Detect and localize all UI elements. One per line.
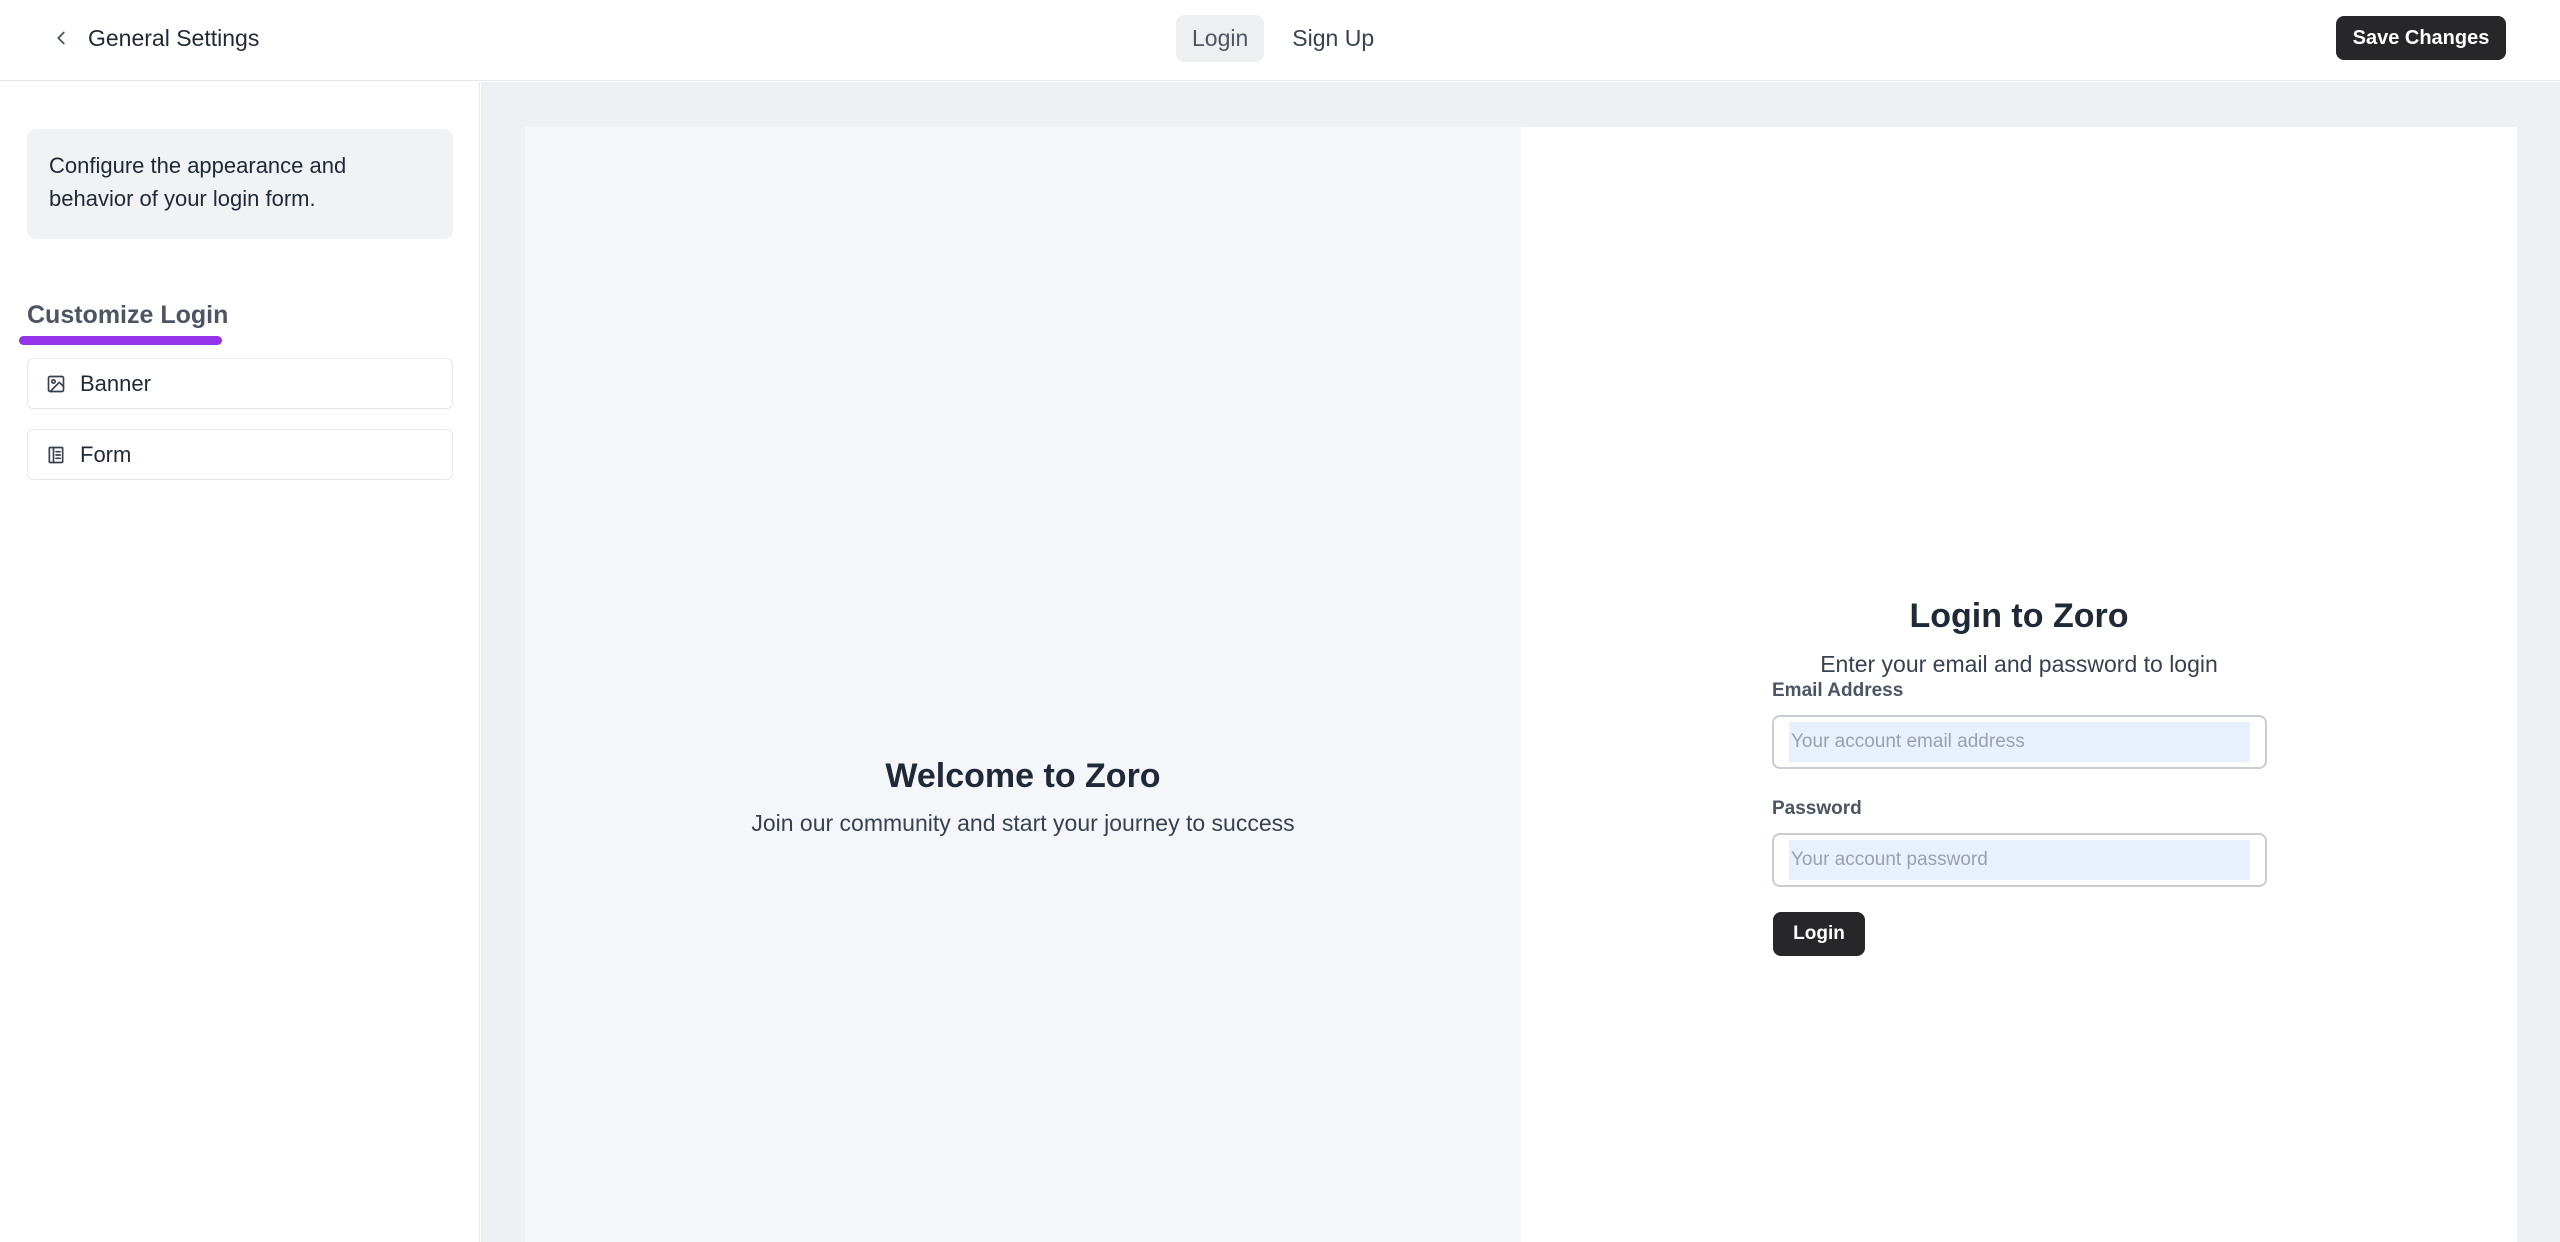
- login-button[interactable]: Login: [1773, 912, 1865, 956]
- sidebar-item-form[interactable]: Form: [27, 429, 453, 480]
- email-field-wrapper: [1772, 715, 2267, 769]
- password-label: Password: [1772, 798, 1862, 819]
- password-field-wrapper: [1772, 833, 2267, 887]
- sidebar-item-banner[interactable]: Banner: [27, 358, 453, 409]
- settings-sidebar: Configure the appearance and behavior of…: [0, 82, 480, 1242]
- tab-sign-up[interactable]: Sign Up: [1276, 15, 1390, 62]
- preview-area: Welcome to Zoro Join our community and s…: [481, 82, 2560, 1242]
- login-form-preview: Login to Zoro Enter your email and passw…: [1521, 127, 2517, 1242]
- sidebar-item-label: Banner: [80, 370, 151, 396]
- save-changes-button[interactable]: Save Changes: [2336, 16, 2506, 60]
- banner-subtitle: Join our community and start your journe…: [751, 810, 1295, 836]
- top-bar: General Settings Login Sign Up Save Chan…: [0, 0, 2560, 81]
- email-label: Email Address: [1772, 680, 1904, 701]
- sidebar-item-label: Form: [80, 441, 132, 467]
- login-signup-tabs: Login Sign Up: [1176, 15, 1390, 62]
- image-icon: [47, 375, 65, 392]
- banner-title: Welcome to Zoro: [885, 757, 1161, 795]
- banner-preview: Welcome to Zoro Join our community and s…: [525, 127, 1521, 1242]
- form-title: Login to Zoro: [1909, 597, 2129, 635]
- chevron-left-icon: [57, 31, 65, 45]
- description-box: Configure the appearance and behavior of…: [27, 129, 453, 239]
- tab-login[interactable]: Login: [1176, 15, 1265, 62]
- back-button[interactable]: General Settings: [50, 20, 259, 56]
- section-title-underline: [19, 336, 222, 345]
- password-field[interactable]: [1789, 840, 2250, 880]
- form-icon: [48, 446, 64, 463]
- section-title: Customize Login: [27, 301, 229, 329]
- form-subtitle: Enter your email and password to login: [1820, 651, 2218, 677]
- back-label: General Settings: [88, 24, 260, 51]
- email-field[interactable]: [1789, 722, 2250, 762]
